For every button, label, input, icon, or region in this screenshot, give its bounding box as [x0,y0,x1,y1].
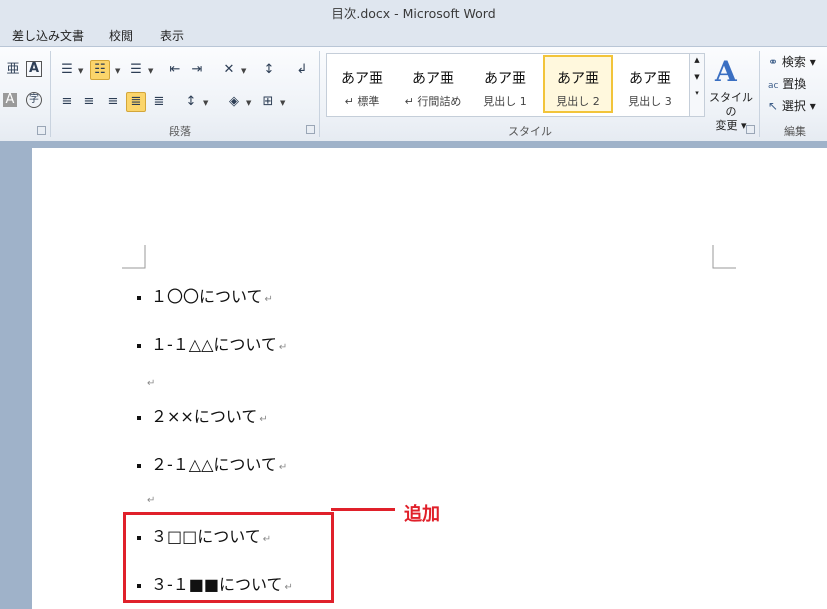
style-name: 見出し 3 [628,95,672,108]
line-spacing-icon[interactable]: ↕ [182,93,200,111]
style-sample: あア亜 [412,71,454,87]
cursor-icon: ↖ [768,99,779,113]
styles-gallery-scroll[interactable]: ▲ ▼ ▾ [689,53,705,117]
paragraph-mark: ↵ [278,342,288,353]
heading-line[interactable]: １-１△△について ↵ [137,331,287,355]
heading-line[interactable]: １〇〇について ↵ [137,283,273,307]
heading-line[interactable]: ２××について ↵ [137,403,268,427]
chevron-down-icon[interactable]: ▼ [280,99,285,107]
binoculars-icon: ⚭ [768,55,779,69]
window-title: 目次.docx - Microsoft Word [331,6,496,21]
heading-line[interactable]: ２-１△△について ↵ [137,451,287,475]
enclose-characters-icon[interactable]: 字 [26,92,42,108]
gallery-more-icon[interactable]: ▾ [690,89,704,97]
select-label: 選択 ▾ [781,99,816,113]
style-no-spacing[interactable]: あア亜 ↵ 行間詰め [400,57,466,111]
style-heading-1[interactable]: あア亜 見出し 1 [472,57,538,111]
added-callout-label: 追加 [404,504,440,525]
list-bullet [137,295,141,300]
list-bullet [137,343,141,348]
select-button[interactable]: ↖ 選択 ▾ [768,97,816,114]
increase-indent-icon[interactable]: ⇥ [188,61,206,79]
change-styles-label-line2: 変更 ▾ [715,119,747,132]
font-dialog-launcher-icon[interactable] [37,126,46,135]
character-border-icon[interactable]: A [26,61,42,77]
crop-mark-left [122,245,146,269]
editing-group-label: 編集 [784,125,806,138]
tab-review[interactable]: 校閲 [109,27,133,44]
style-name: 見出し 1 [483,95,527,108]
empty-line[interactable]: ↵ [145,488,155,507]
borders-icon[interactable]: ⊞ [259,93,277,111]
style-normal[interactable]: あア亜 ↵ 標準 [329,57,395,111]
justify-icon[interactable]: ≣ [126,92,146,112]
style-heading-2[interactable]: あア亜 見出し 2 [543,55,613,113]
change-styles-button[interactable]: スタイルの 変更 ▾ [705,91,757,133]
paragraph-mark: ↵ [147,495,156,506]
chevron-down-icon[interactable]: ▼ [246,99,251,107]
chevron-down-icon[interactable]: ▼ [203,99,208,107]
paragraph-group-label: 段落 [169,125,191,138]
show-formatting-marks-icon[interactable]: ↲ [293,61,311,79]
paragraph-mark: ↵ [147,378,156,389]
style-name: 見出し 2 [556,95,600,108]
find-button[interactable]: ⚭ 検索 ▾ [768,53,816,70]
bullets-icon[interactable]: ☰ [58,61,76,79]
style-name: ↵ 行間詰め [404,95,462,108]
list-bullet [137,415,141,420]
style-sample: あア亜 [341,71,383,87]
numbering-icon[interactable]: ☷ [90,60,110,80]
paragraph-mark: ↵ [264,294,273,305]
chevron-down-icon[interactable]: ▼ [241,67,246,75]
styles-gallery: あア亜 ↵ 標準 あア亜 ↵ 行間詰め あア亜 見出し 1 あア亜 見出し 2 … [326,53,690,117]
heading-text: ２××について [151,407,258,426]
character-shading-icon[interactable]: A [3,93,17,107]
paragraph-mark: ↵ [259,414,268,425]
crop-mark-right [712,245,736,269]
chevron-down-icon[interactable]: ▼ [115,67,120,75]
ribbon-tab-bar: 差し込み文書 校閲 表示 [0,22,827,46]
replace-button[interactable]: ac 置換 [768,75,806,92]
scroll-down-icon[interactable]: ▼ [690,73,704,81]
group-separator [759,51,760,137]
group-separator [319,51,320,137]
replace-label: 置換 [782,77,807,91]
chevron-down-icon[interactable]: ▼ [78,67,83,75]
heading-text: ２-１△△について [151,455,277,474]
align-left-icon[interactable]: ≡ [58,93,76,111]
align-right-icon[interactable]: ≡ [104,93,122,111]
chevron-down-icon[interactable]: ▼ [148,67,153,75]
tab-view[interactable]: 表示 [160,27,184,44]
sort-icon[interactable]: ↕ [260,61,278,79]
text-direction-icon[interactable]: ✕ [220,61,238,79]
change-styles-label-line1: スタイルの [709,91,753,118]
heading-text: １〇〇について [151,287,263,306]
decrease-indent-icon[interactable]: ⇤ [166,61,184,79]
replace-icon: ac [768,81,779,91]
shading-icon[interactable]: ◈ [225,93,243,111]
phonetic-guide-icon[interactable]: 亜 [4,61,22,79]
empty-line[interactable]: ↵ [145,371,155,390]
scroll-up-icon[interactable]: ▲ [690,56,704,64]
style-name: ↵ 標準 [344,95,380,108]
styles-group-label: スタイル [508,125,552,138]
style-sample: あア亜 [484,71,526,87]
style-sample: あア亜 [629,71,671,87]
group-separator [50,51,51,137]
added-items-highlight [123,512,334,603]
callout-line [331,508,395,511]
style-sample: あア亜 [557,71,599,87]
tab-mailings[interactable]: 差し込み文書 [12,27,84,44]
paragraph-mark: ↵ [278,462,288,473]
style-heading-3[interactable]: あア亜 見出し 3 [617,57,683,111]
heading-text: １-１△△について [151,335,277,354]
change-styles-icon[interactable]: A [715,55,737,88]
title-bar: 目次.docx - Microsoft Word [0,0,827,22]
paragraph-dialog-launcher-icon[interactable] [306,125,315,134]
multilevel-list-icon[interactable]: ☰ [127,61,145,79]
distributed-icon[interactable]: ≣ [150,93,168,111]
find-label: 検索 ▾ [781,55,816,69]
align-center-icon[interactable]: ≡ [80,93,98,111]
list-bullet [137,463,141,468]
